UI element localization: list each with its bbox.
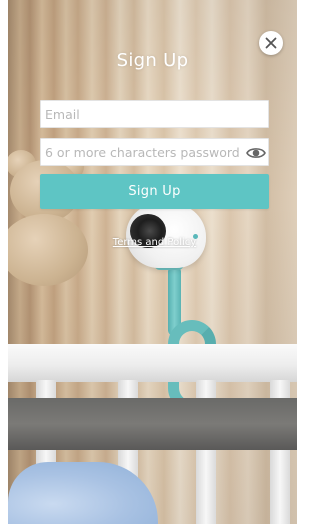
crib-rail	[8, 344, 297, 382]
crib-bottom-rail	[8, 398, 297, 450]
email-field[interactable]	[41, 101, 268, 127]
close-icon	[265, 37, 277, 49]
password-field-box	[40, 138, 269, 166]
password-field[interactable]	[41, 139, 268, 165]
terms-and-policy-link[interactable]: Terms and Policy	[40, 237, 269, 248]
baby-camera-image	[126, 204, 206, 268]
background-photo	[8, 0, 297, 524]
sign-up-button[interactable]: Sign Up	[40, 174, 269, 209]
eye-icon[interactable]	[246, 145, 266, 161]
teddy-bear-image	[8, 150, 100, 290]
page-title: Sign Up	[116, 50, 189, 71]
email-field-box	[40, 100, 269, 128]
